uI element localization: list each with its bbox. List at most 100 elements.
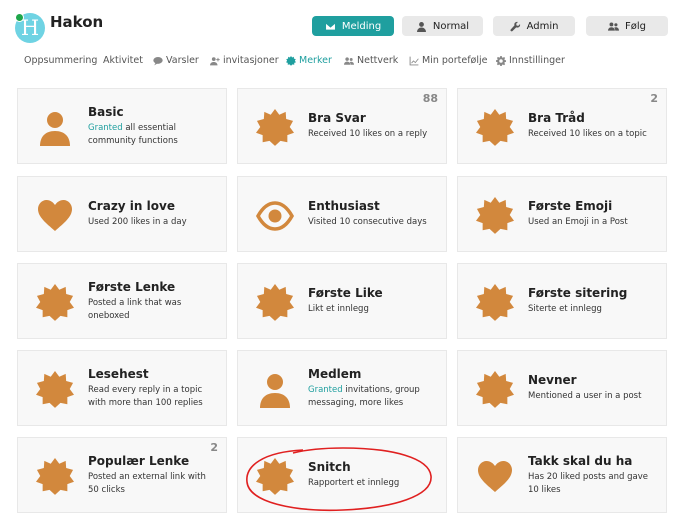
badge-name[interactable]: Basic [88,105,216,119]
certificate-icon [476,109,514,147]
nav-activity-label: Aktivitet [103,55,143,66]
badge-card[interactable]: Bra Svar Received 10 likes on a reply 88 [237,88,447,164]
badge-card[interactable]: Snitch Rapportert et innlegg [237,437,447,513]
nav-portfolio[interactable]: Min portefølje [409,55,487,66]
normal-button[interactable]: Normal [402,16,483,36]
badge-description: Used an Emoji in a Post [528,217,628,227]
badge-name[interactable]: Første Lenke [88,280,216,294]
badge-name[interactable]: Nevner [528,373,656,387]
badge-description: Likt et innlegg [308,304,369,314]
nav-notifications[interactable]: Varsler [153,55,199,66]
granted-link[interactable]: Granted [308,385,343,395]
user-plus-icon [210,56,220,65]
nav-network-label: Nettverk [357,55,399,66]
admin-button-label: Admin [526,20,559,32]
badge-card[interactable]: Crazy in love Used 200 likes in a day [17,176,227,252]
certificate-icon [36,284,74,322]
badge-name[interactable]: Populær Lenke [88,454,216,468]
badge-description: Siterte et innlegg [528,304,602,314]
nav-invites-label: invitasjoner [223,55,279,66]
badge-name[interactable]: Første sitering [528,286,656,300]
badge-name[interactable]: Takk skal du ha [528,454,656,468]
granted-link[interactable]: Granted [88,123,123,133]
users-icon [344,56,354,65]
certificate-icon [476,371,514,409]
badge-card[interactable]: Første sitering Siterte et innlegg [457,263,667,339]
badge-description: Granted invitations, group messaging, mo… [308,384,436,410]
badge-description: Rapportert et innlegg [308,478,400,488]
badge-count: 2 [650,92,658,105]
user-badge-icon [36,109,74,147]
users-icon [608,22,619,31]
heart-icon [476,458,514,496]
wrench-icon [510,21,520,31]
certificate-icon [36,458,74,496]
nav-activity[interactable]: Aktivitet [103,55,143,66]
badge-card[interactable]: Basic Granted all essential community fu… [17,88,227,164]
gear-icon [496,55,506,66]
follow-button-label: Følg [625,20,646,32]
admin-button[interactable]: Admin [493,16,575,36]
badge-name[interactable]: Bra Svar [308,111,436,125]
badge-card[interactable]: Lesehest Read every reply in a topic wit… [17,350,227,426]
badge-count: 2 [210,441,218,454]
heart-icon [36,197,74,235]
certificate-icon [256,109,294,147]
user-icon [416,21,426,32]
badge-description: Granted all essential community function… [88,122,216,148]
badge-description: Received 10 likes on a reply [308,129,428,139]
comment-icon [153,56,163,65]
badge-name[interactable]: Enthusiast [308,199,436,213]
message-button-label: Melding [341,20,382,32]
badge-name[interactable]: Medlem [308,367,436,381]
certificate-icon [36,371,74,409]
badge-count: 88 [422,92,438,105]
normal-button-label: Normal [432,20,470,32]
nav-invites[interactable]: invitasjoner [210,55,279,66]
nav-notifications-label: Varsler [166,55,199,66]
badge-card[interactable]: Populær Lenke Posted an external link wi… [17,437,227,513]
badge-card[interactable]: Medlem Granted invitations, group messag… [237,350,447,426]
badge-name[interactable]: Første Emoji [528,199,656,213]
badge-card[interactable]: Første Like Likt et innlegg [237,263,447,339]
nav-portfolio-label: Min portefølje [422,55,488,66]
badge-description: Read every reply in a topic with more th… [88,384,203,408]
nav-settings-label: Innstillinger [509,55,565,66]
follow-button[interactable]: Følg [586,16,668,36]
badge-name[interactable]: Snitch [308,460,436,474]
username: Hakon [50,13,104,31]
badge-description: Mentioned a user in a post [528,391,642,401]
badge-description: Used 200 likes in a day [88,217,187,227]
certificate-icon [256,458,294,496]
nav-summary[interactable]: Oppsummering [24,55,97,66]
badge-card[interactable]: Nevner Mentioned a user in a post [457,350,667,426]
badge-name[interactable]: Bra Tråd [528,111,656,125]
badge-card[interactable]: Bra Tråd Received 10 likes on a topic 2 [457,88,667,164]
badge-card[interactable]: Enthusiast Visited 10 consecutive days [237,176,447,252]
badge-card[interactable]: Første Emoji Used an Emoji in a Post [457,176,667,252]
nav-badges-label: Merker [299,55,332,66]
badge-card[interactable]: Takk skal du ha Has 20 liked posts and g… [457,437,667,513]
certificate-icon [476,284,514,322]
badge-name[interactable]: Første Like [308,286,436,300]
nav-summary-label: Oppsummering [24,55,98,66]
badge-description: Posted an external link with 50 clicks [88,471,206,495]
badge-description: Has 20 liked posts and gave 10 likes [528,471,648,495]
badge-description: Visited 10 consecutive days [308,217,427,227]
nav-badges[interactable]: Merker [286,55,332,66]
online-status-dot [15,13,24,22]
badge-name[interactable]: Lesehest [88,367,216,381]
badge-card[interactable]: Første Lenke Posted a link that was oneb… [17,263,227,339]
nav-network[interactable]: Nettverk [344,55,398,66]
badge-name[interactable]: Crazy in love [88,199,216,213]
message-button[interactable]: Melding [312,16,394,36]
eye-icon [255,197,295,235]
badge-description: Posted a link that was oneboxed [88,297,182,321]
user-badge-icon [256,371,294,409]
envelope-icon [325,22,336,30]
profile-nav: Oppsummering Aktivitet Varsler invitasjo… [0,52,690,72]
chart-line-icon [409,56,419,65]
badge-description: Received 10 likes on a topic [528,129,647,139]
certificate-icon [256,284,294,322]
nav-settings[interactable]: Innstillinger [496,55,565,66]
